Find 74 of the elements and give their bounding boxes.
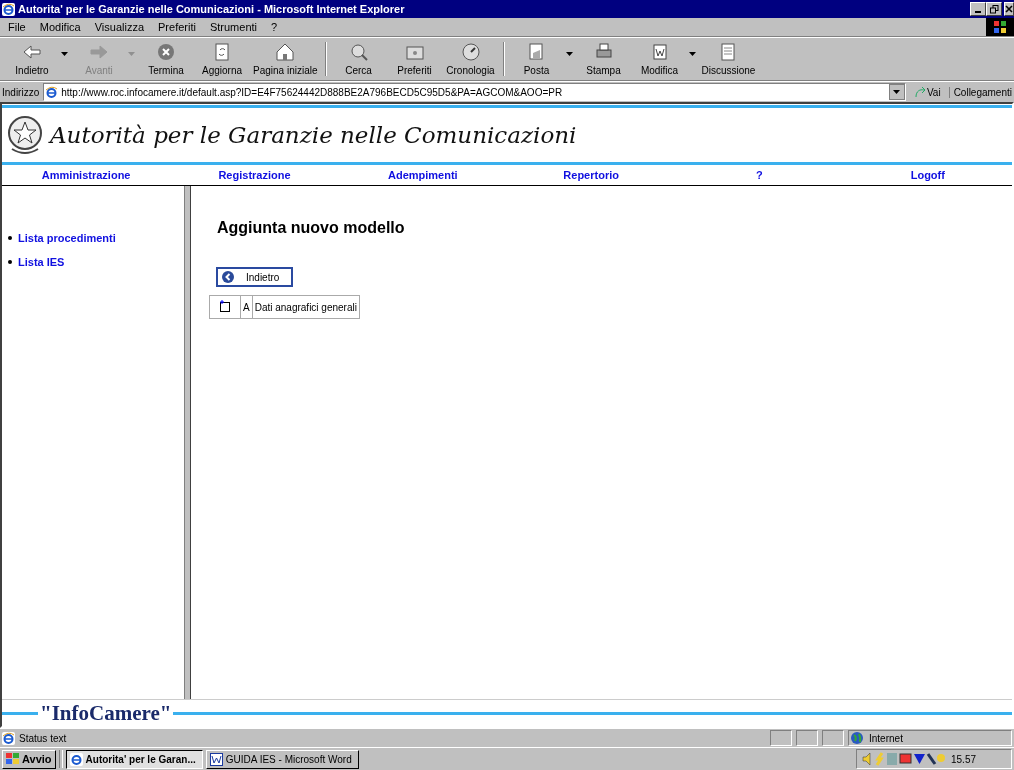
- back-button[interactable]: Indietro: [216, 267, 294, 287]
- status-text: Status text: [19, 732, 68, 744]
- table-cell: Dati anagrafici generali: [252, 295, 360, 319]
- status-pane: [796, 730, 818, 746]
- address-field[interactable]: http://www.roc.infocamere.it/default.asp?ID=E4F75624442D888BE2A796BECD5C95D5&PA=AGCOM&AOO=PR: [43, 83, 906, 101]
- site-title: Autorità per le Garanzie nelle Comunicazioni: [50, 122, 577, 148]
- sidebar-link[interactable]: Lista procedimenti: [18, 232, 116, 244]
- history-icon: [459, 42, 482, 62]
- emblem-icon: [6, 113, 44, 157]
- close-icon: [1005, 5, 1013, 13]
- toolbar-button[interactable]: Cerca: [330, 42, 387, 76]
- close-button[interactable]: [1004, 2, 1014, 16]
- curved-arrow-icon: [913, 86, 926, 98]
- back-icon: [21, 42, 43, 62]
- nav-link[interactable]: Repertorio: [507, 169, 676, 181]
- footer-logo: "InfoCamere": [39, 700, 173, 726]
- dropdown-arrow-icon[interactable]: [61, 52, 68, 56]
- page-heading: Aggiunta nuovo modello: [217, 219, 406, 237]
- toolbar-button[interactable]: Posta: [508, 42, 565, 76]
- minimize-button[interactable]: [970, 2, 986, 16]
- dropdown-arrow-icon[interactable]: [893, 90, 901, 94]
- page-icon: [2, 731, 15, 745]
- toolbar-button[interactable]: Discussione: [698, 42, 759, 76]
- toolbar-button[interactable]: Termina: [138, 42, 194, 76]
- restore-button[interactable]: [986, 2, 1002, 16]
- links-toolbar[interactable]: Collegamenti: [948, 86, 1012, 98]
- new-document-icon[interactable]: [219, 300, 231, 312]
- sidebar-link[interactable]: Lista IES: [18, 256, 65, 268]
- address-label: Indirizzo: [2, 86, 40, 98]
- windows-logo-icon: [6, 753, 20, 765]
- toolbar-button[interactable]: Pagina iniziale: [250, 42, 321, 76]
- browser-icon: [2, 2, 15, 16]
- toolbar-button[interactable]: Stampa: [575, 42, 632, 76]
- table-cell: A: [240, 295, 253, 319]
- home-icon: [274, 42, 297, 62]
- menu-item[interactable]: File: [8, 21, 26, 33]
- status-pane: [822, 730, 844, 746]
- globe-icon: [851, 732, 863, 744]
- windows-logo-icon: [986, 18, 1014, 36]
- bullet-icon: [8, 236, 12, 240]
- system-tray-icons[interactable]: [861, 751, 945, 767]
- start-button[interactable]: Avvio: [2, 749, 56, 769]
- toolbar-button[interactable]: Cronologia: [442, 42, 499, 76]
- menu-item[interactable]: Visualizza: [94, 21, 145, 33]
- menu-item[interactable]: Strumenti: [209, 21, 257, 33]
- toolbar-button[interactable]: Modifica: [631, 42, 688, 76]
- taskbar-button[interactable]: Autorita' per le Garan...: [65, 749, 203, 769]
- taskbar-button[interactable]: GUIDA IES - Microsoft Word: [205, 749, 359, 769]
- nav-link[interactable]: ?: [675, 169, 844, 181]
- back-arrow-icon: [222, 271, 234, 283]
- toolbar-button[interactable]: Aggiorna: [194, 42, 250, 76]
- stop-icon: [155, 42, 177, 62]
- nav-link[interactable]: Amministrazione: [2, 169, 171, 181]
- bullet-icon: [8, 260, 12, 264]
- zone-label: Internet: [869, 732, 903, 744]
- frame-splitter[interactable]: [184, 186, 191, 699]
- browser-icon: [69, 752, 83, 766]
- status-pane: [770, 730, 792, 746]
- dropdown-arrow-icon[interactable]: [688, 52, 696, 56]
- menu-item[interactable]: Preferiti: [158, 21, 196, 33]
- clock: 15.57: [951, 753, 977, 765]
- nav-link[interactable]: Registrazione: [170, 169, 339, 181]
- menu-item[interactable]: Modifica: [39, 21, 81, 33]
- toolbar-button[interactable]: Preferiti: [386, 42, 443, 76]
- toolbar-button[interactable]: Indietro: [4, 42, 60, 76]
- word-document-icon: [209, 752, 223, 766]
- page-icon: [45, 85, 59, 99]
- nav-link[interactable]: Logoff: [843, 169, 1012, 181]
- window-title: Autorita' per le Garanzie nelle Comunicazioni - Microsoft Internet Explorer: [18, 3, 406, 15]
- restore-icon: [989, 4, 999, 14]
- menu-item[interactable]: ?: [271, 21, 278, 33]
- go-button[interactable]: Vai: [909, 86, 945, 98]
- dropdown-arrow-icon[interactable]: [565, 52, 573, 56]
- nav-link[interactable]: Adempimenti: [338, 169, 507, 181]
